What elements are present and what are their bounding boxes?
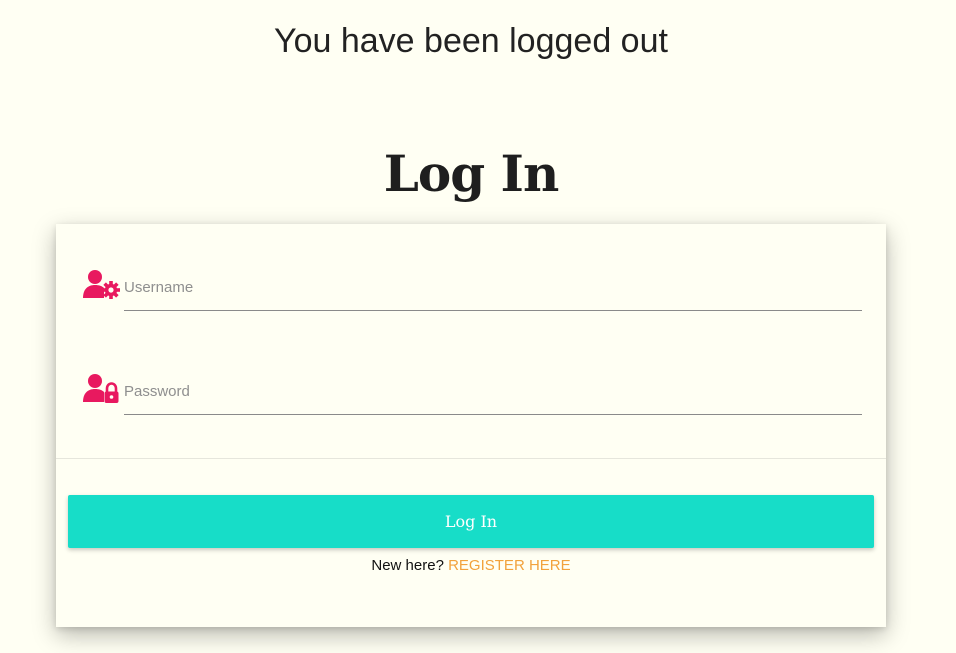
user-lock-icon [82, 372, 122, 406]
logout-status-message: You have been logged out [274, 22, 668, 60]
login-card: Log In New here? REGISTER HERE [56, 224, 886, 627]
user-gear-icon [82, 268, 122, 302]
register-link[interactable]: REGISTER HERE [448, 557, 571, 574]
password-field-group [82, 372, 862, 416]
form-divider [56, 458, 886, 459]
register-prompt: New here? REGISTER HERE [68, 557, 874, 574]
password-input[interactable] [124, 378, 862, 404]
register-prompt-text: New here? [371, 557, 444, 574]
username-input[interactable] [124, 274, 862, 300]
username-input-underline [124, 274, 862, 311]
password-input-underline [124, 378, 862, 415]
login-button[interactable]: Log In [68, 495, 874, 548]
username-field-group [82, 268, 862, 312]
page-title: Log In [383, 144, 560, 203]
